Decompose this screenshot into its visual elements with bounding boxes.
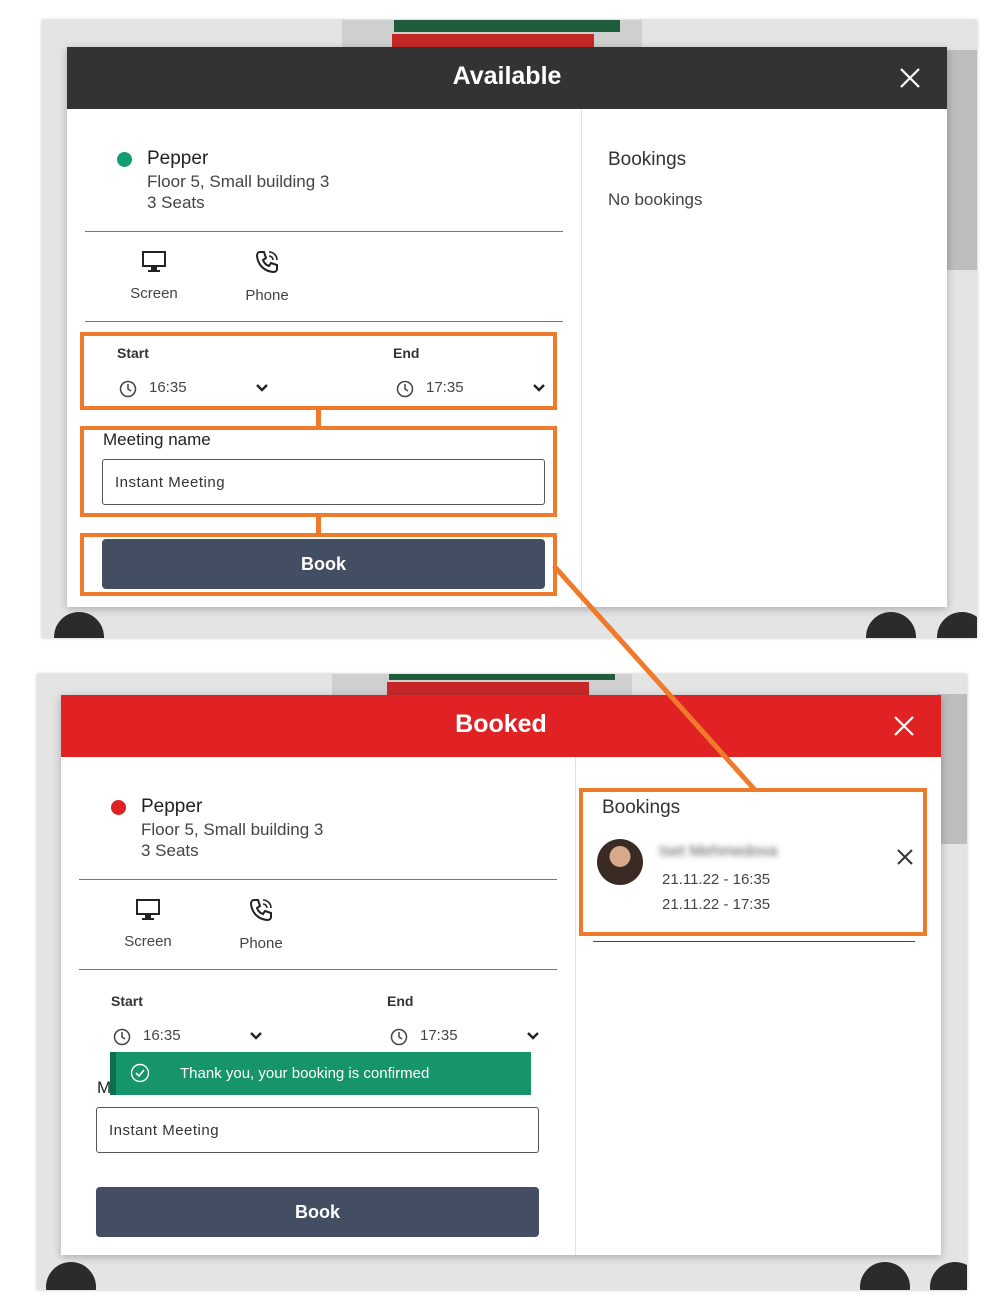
highlight-arrow-line — [552, 564, 757, 792]
